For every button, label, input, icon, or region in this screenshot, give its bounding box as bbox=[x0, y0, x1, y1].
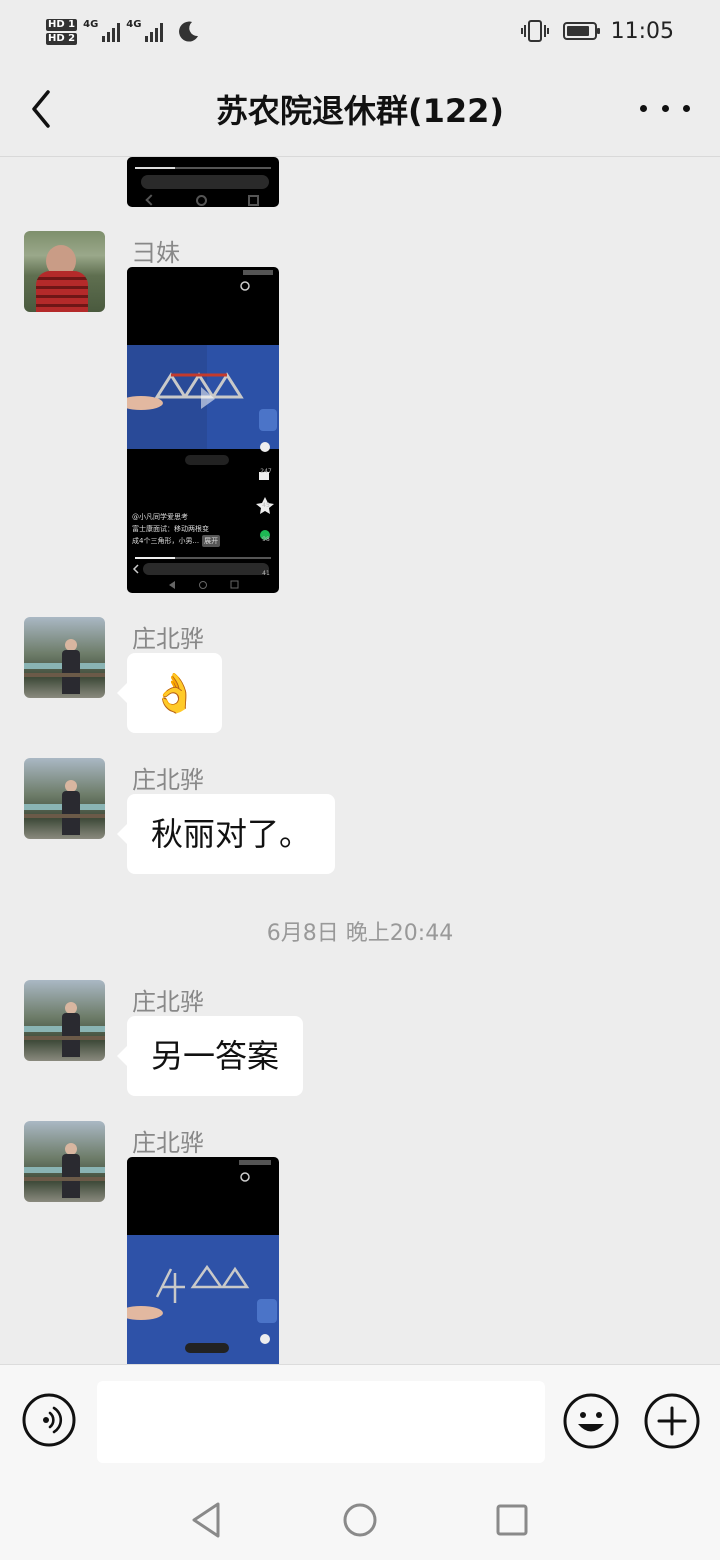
signal-icon-2 bbox=[145, 22, 164, 42]
video-frame bbox=[127, 1160, 279, 1364]
message-item: 庄北骅 秋丽对了。 bbox=[0, 758, 720, 878]
moon-icon bbox=[179, 21, 199, 42]
video-count-1: 247 bbox=[260, 468, 272, 475]
signal-icon bbox=[102, 22, 121, 42]
clock: 11:05 bbox=[610, 18, 674, 44]
status-bar: HD 1 HD 2 4G 4G 11:05 bbox=[0, 0, 720, 62]
avatar[interactable] bbox=[24, 231, 105, 312]
message-item: 庄北骅 bbox=[0, 1121, 720, 1364]
timestamp: 6月8日 晚上20:44 bbox=[266, 921, 454, 946]
avatar[interactable] bbox=[24, 758, 105, 839]
status-bar-right: 11:05 bbox=[520, 16, 674, 46]
message-item: 彐妹 @小凡同学爱思考 富士康面试：移动两根变 成4个三角形，小男... 展开 … bbox=[0, 231, 720, 601]
network-type-2: 4G bbox=[126, 18, 142, 30]
nav-home-icon[interactable] bbox=[342, 1500, 378, 1540]
sender-name: 庄北骅 bbox=[132, 625, 204, 653]
status-bar-left: HD 1 HD 2 4G 4G bbox=[46, 12, 201, 52]
message-list[interactable]: 彐妹 @小凡同学爱思考 富士康面试：移动两根变 成4个三角形，小男... 展开 … bbox=[0, 157, 720, 1364]
sender-name: 彐妹 bbox=[132, 239, 180, 267]
avatar[interactable] bbox=[24, 617, 105, 698]
video-count-3: 98 bbox=[262, 536, 270, 543]
vibrate-icon bbox=[520, 20, 549, 42]
video-expand: 展开 bbox=[202, 535, 221, 547]
video-count-2: 45 bbox=[262, 502, 270, 509]
input-bar bbox=[0, 1364, 720, 1481]
hd2-badge: HD 2 bbox=[46, 33, 78, 45]
hd1-badge: HD 1 bbox=[46, 19, 78, 31]
voice-icon[interactable] bbox=[22, 1393, 76, 1447]
chat-title: 苏农院退休群(122) bbox=[215, 92, 505, 130]
sender-name: 庄北骅 bbox=[132, 766, 204, 794]
video-caption-line1: 富士康面试：移动两根变 bbox=[132, 525, 209, 533]
avatar[interactable] bbox=[24, 980, 105, 1061]
video-thumbnail[interactable] bbox=[127, 1157, 279, 1364]
sender-name: 庄北骅 bbox=[132, 1129, 204, 1157]
plus-icon[interactable] bbox=[644, 1393, 700, 1449]
more-options-icon[interactable] bbox=[640, 88, 690, 128]
sender-name: 庄北骅 bbox=[132, 988, 204, 1016]
avatar[interactable] bbox=[24, 1121, 105, 1202]
message-bubble[interactable]: 另一答案 bbox=[116, 1016, 304, 1096]
message-item: 庄北骅 👌 bbox=[0, 617, 720, 737]
video-count-4: 41 bbox=[262, 570, 270, 577]
chat-header: 苏农院退休群(122) bbox=[0, 62, 720, 157]
video-author: @小凡同学爱思考 bbox=[132, 513, 188, 521]
system-nav-bar bbox=[0, 1480, 720, 1560]
video-thumbnail[interactable]: @小凡同学爱思考 富士康面试：移动两根变 成4个三角形，小男... 展开 247… bbox=[127, 267, 279, 593]
message-bubble[interactable]: 秋丽对了。 bbox=[116, 794, 336, 874]
message-input[interactable] bbox=[97, 1381, 545, 1463]
message-bubble[interactable]: 👌 bbox=[116, 653, 223, 733]
hd-indicator: HD 1 HD 2 bbox=[46, 19, 78, 45]
nav-recent-apps-icon[interactable] bbox=[496, 1502, 528, 1538]
message-item: 庄北骅 另一答案 bbox=[0, 980, 720, 1100]
network-type-1: 4G bbox=[83, 18, 99, 30]
video-thumbnail-partial[interactable] bbox=[127, 157, 279, 207]
nav-back-icon[interactable] bbox=[188, 1500, 224, 1540]
emoji-icon[interactable] bbox=[563, 1393, 619, 1449]
video-caption-line2: 成4个三角形，小男... bbox=[132, 537, 200, 545]
battery-icon bbox=[562, 22, 600, 40]
ok-hand-emoji: 👌 bbox=[151, 671, 199, 715]
